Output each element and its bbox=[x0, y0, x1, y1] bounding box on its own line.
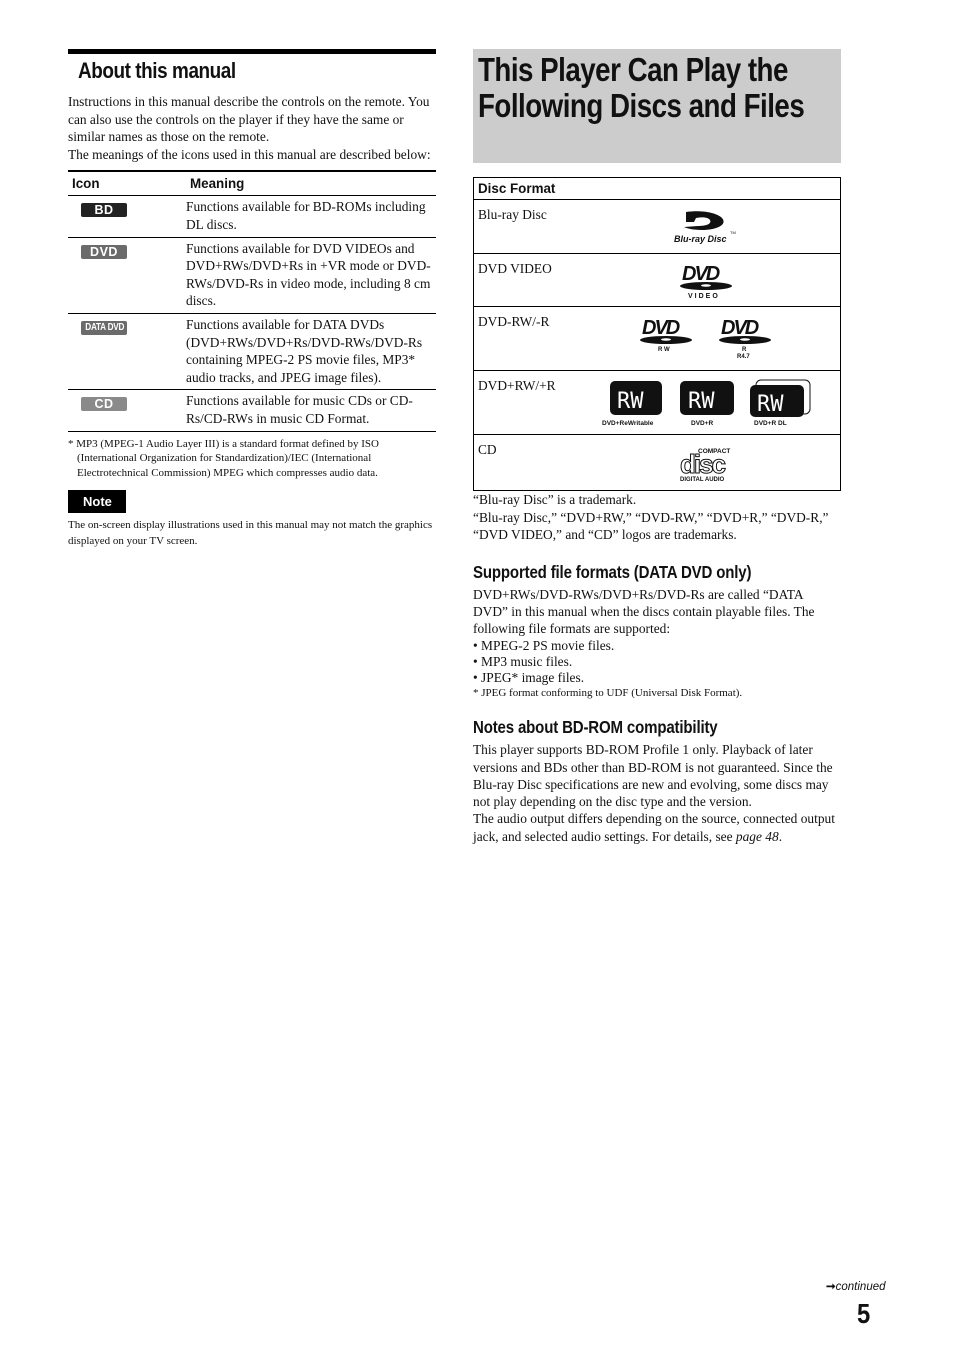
supported-formats-intro: DVD+RWs/DVD-RWs/DVD+Rs/DVD-Rs are called… bbox=[473, 586, 815, 637]
cd-badge-icon: CD bbox=[81, 397, 127, 412]
disc-label: DVD VIDEO bbox=[478, 261, 552, 276]
about-this-manual-section: About this manual Instructions in this m… bbox=[68, 49, 436, 549]
page-title-line: Following Discs and Files bbox=[478, 87, 805, 124]
arrow-right-icon: ➞ bbox=[826, 1281, 836, 1293]
about-this-manual-title: About this manual bbox=[78, 58, 236, 83]
bdrom-title: Notes about BD-ROM compatibility bbox=[473, 717, 718, 738]
table-row: CD Functions available for music CDs or … bbox=[68, 390, 436, 432]
page-title-block: This Player Can Play the Following Discs… bbox=[473, 49, 841, 163]
svg-text:DIGITAL AUDIO: DIGITAL AUDIO bbox=[680, 477, 725, 483]
svg-text:R4.7: R4.7 bbox=[737, 354, 750, 360]
compact-disc-digital-audio-logo-icon: COMPACT disc DIGITAL AUDIO bbox=[680, 448, 731, 483]
svg-text:DVD: DVD bbox=[721, 317, 759, 339]
table-row: DVD VIDEO DVD VIDEO bbox=[474, 254, 840, 307]
dvd-r-logo-icon: DVD R R4.7 bbox=[719, 317, 771, 360]
table-row: DATA DVD Functions available for DATA DV… bbox=[68, 314, 436, 391]
intro-text: Instructions in this manual describe the… bbox=[68, 93, 436, 163]
trademark-notes: “Blu-ray Disc” is a trademark. “Blu-ray … bbox=[473, 491, 841, 544]
supported-formats-heading: Supported file formats (DATA DVD only) bbox=[473, 562, 841, 584]
bd-badge-icon: BD bbox=[81, 203, 127, 218]
svg-text:Blu-ray Disc: Blu-ray Disc bbox=[674, 234, 727, 244]
svg-text:RW: RW bbox=[617, 389, 644, 414]
bdrom-text: . bbox=[778, 828, 783, 844]
svg-text:R W: R W bbox=[658, 347, 670, 353]
icon-column-header: Icon bbox=[72, 176, 100, 192]
dvd-plus-r-logo-icon: RW DVD+R bbox=[680, 381, 734, 427]
continued-indicator: ➞continued bbox=[826, 1279, 886, 1293]
list-item: • MP3 music files. bbox=[473, 653, 573, 669]
bdrom-body: This player supports BD-ROM Profile 1 on… bbox=[473, 741, 841, 845]
section-top-rule bbox=[68, 49, 436, 54]
meaning-cell: Functions available for DATA DVDs (DVD+R… bbox=[186, 316, 423, 385]
dvd-rw-logo-icon: DVD R W bbox=[640, 317, 692, 353]
blu-ray-disc-logo-icon: TM Blu-ray Disc bbox=[674, 211, 736, 244]
meaning-cell: Functions available for DVD VIDEOs and D… bbox=[186, 240, 431, 309]
list-item: • MPEG-2 PS movie files. bbox=[473, 637, 615, 653]
disc-label: Blu-ray Disc bbox=[478, 207, 547, 222]
playable-discs-section: This Player Can Play the Following Discs… bbox=[473, 49, 841, 845]
page-title-line: This Player Can Play the bbox=[478, 51, 788, 88]
dvd-badge-icon: DVD bbox=[81, 244, 127, 259]
meaning-cell: Functions available for BD-ROMs includin… bbox=[186, 199, 426, 232]
disc-label: DVD+RW/+R bbox=[478, 378, 556, 393]
svg-text:DVD+R DL: DVD+R DL bbox=[754, 420, 787, 427]
trademark-note: “Blu-ray Disc,” “DVD+RW,” “DVD-RW,” “DVD… bbox=[473, 509, 829, 543]
table-row: CD COMPACT disc DIGITAL AUDIO bbox=[474, 435, 840, 490]
mp3-footnote: * MP3 (MPEG-1 Audio Layer III) is a stan… bbox=[68, 437, 379, 479]
table-row: DVD-RW/-R DVD R W DVD R R4.7 bbox=[474, 307, 840, 371]
continued-text: continued bbox=[835, 1281, 886, 1293]
dvd-plus-rewritable-logo-icon: RW DVD+ReWritable bbox=[602, 381, 662, 427]
svg-text:RW: RW bbox=[757, 392, 784, 417]
bdrom-paragraph: This player supports BD-ROM Profile 1 on… bbox=[473, 742, 833, 810]
note-label: Note bbox=[68, 490, 126, 514]
page-number: 5 bbox=[857, 1298, 871, 1329]
dvd-plus-r-dl-logo-icon: RW DVD+R DL bbox=[750, 379, 811, 427]
svg-text:DVD: DVD bbox=[642, 317, 680, 339]
disc-format-header: Disc Format bbox=[474, 178, 840, 200]
svg-text:R: R bbox=[742, 347, 747, 353]
jpeg-footnote: * JPEG format conforming to UDF (Univers… bbox=[473, 687, 743, 700]
section-heading: About this manual bbox=[68, 56, 436, 86]
svg-text:VIDEO: VIDEO bbox=[688, 293, 720, 300]
data-dvd-badge-icon: DATA DVD bbox=[81, 320, 127, 335]
intro-paragraph: Instructions in this manual describe the… bbox=[68, 94, 430, 145]
meaning-column-header: Meaning bbox=[190, 176, 245, 192]
dvd-video-logo-icon: DVD VIDEO bbox=[680, 263, 732, 300]
bdrom-paragraph: The audio output differs depending on th… bbox=[473, 810, 841, 845]
disc-label: DVD-RW/-R bbox=[478, 314, 550, 329]
table-row: BD Functions available for BD-ROMs inclu… bbox=[68, 196, 436, 238]
supported-formats-title: Supported file formats (DATA DVD only) bbox=[473, 561, 752, 582]
svg-text:DVD: DVD bbox=[682, 263, 720, 285]
svg-text:RW: RW bbox=[688, 389, 715, 414]
page-title: This Player Can Play the Following Discs… bbox=[478, 51, 805, 124]
table-row: Blu-ray Disc TM Blu-ray Disc bbox=[474, 200, 840, 254]
table-header: Icon Meaning bbox=[68, 172, 436, 197]
list-item: • JPEG* image files. bbox=[473, 670, 585, 686]
supported-formats-body: DVD+RWs/DVD-RWs/DVD+Rs/DVD-Rs are called… bbox=[473, 586, 841, 702]
svg-text:DVD+ReWritable: DVD+ReWritable bbox=[602, 420, 654, 427]
svg-text:disc: disc bbox=[680, 449, 726, 479]
disc-label: CD bbox=[478, 442, 497, 457]
icon-meaning-table: Icon Meaning BD Functions available for … bbox=[68, 170, 436, 432]
meaning-cell: Functions available for music CDs or CD-… bbox=[186, 393, 413, 426]
trademark-note: “Blu-ray Disc” is a trademark. bbox=[473, 492, 637, 507]
note-text: The on-screen display illustrations used… bbox=[68, 519, 433, 548]
disc-format-table: Disc Format Blu-ray Disc TM Blu-ray Disc… bbox=[473, 177, 841, 491]
intro-paragraph: The meanings of the icons used in this m… bbox=[68, 146, 431, 162]
bdrom-heading: Notes about BD-ROM compatibility bbox=[473, 717, 841, 739]
svg-text:TM: TM bbox=[730, 230, 736, 235]
table-row: DVD Functions available for DVD VIDEOs a… bbox=[68, 238, 436, 314]
svg-text:DVD+R: DVD+R bbox=[691, 420, 714, 427]
page-reference-link[interactable]: page 48 bbox=[736, 829, 779, 844]
table-row: DVD+RW/+R RW DVD+ReWritable RW DVD+R RW … bbox=[474, 371, 840, 435]
badge-text: DATA DVD bbox=[85, 321, 125, 333]
